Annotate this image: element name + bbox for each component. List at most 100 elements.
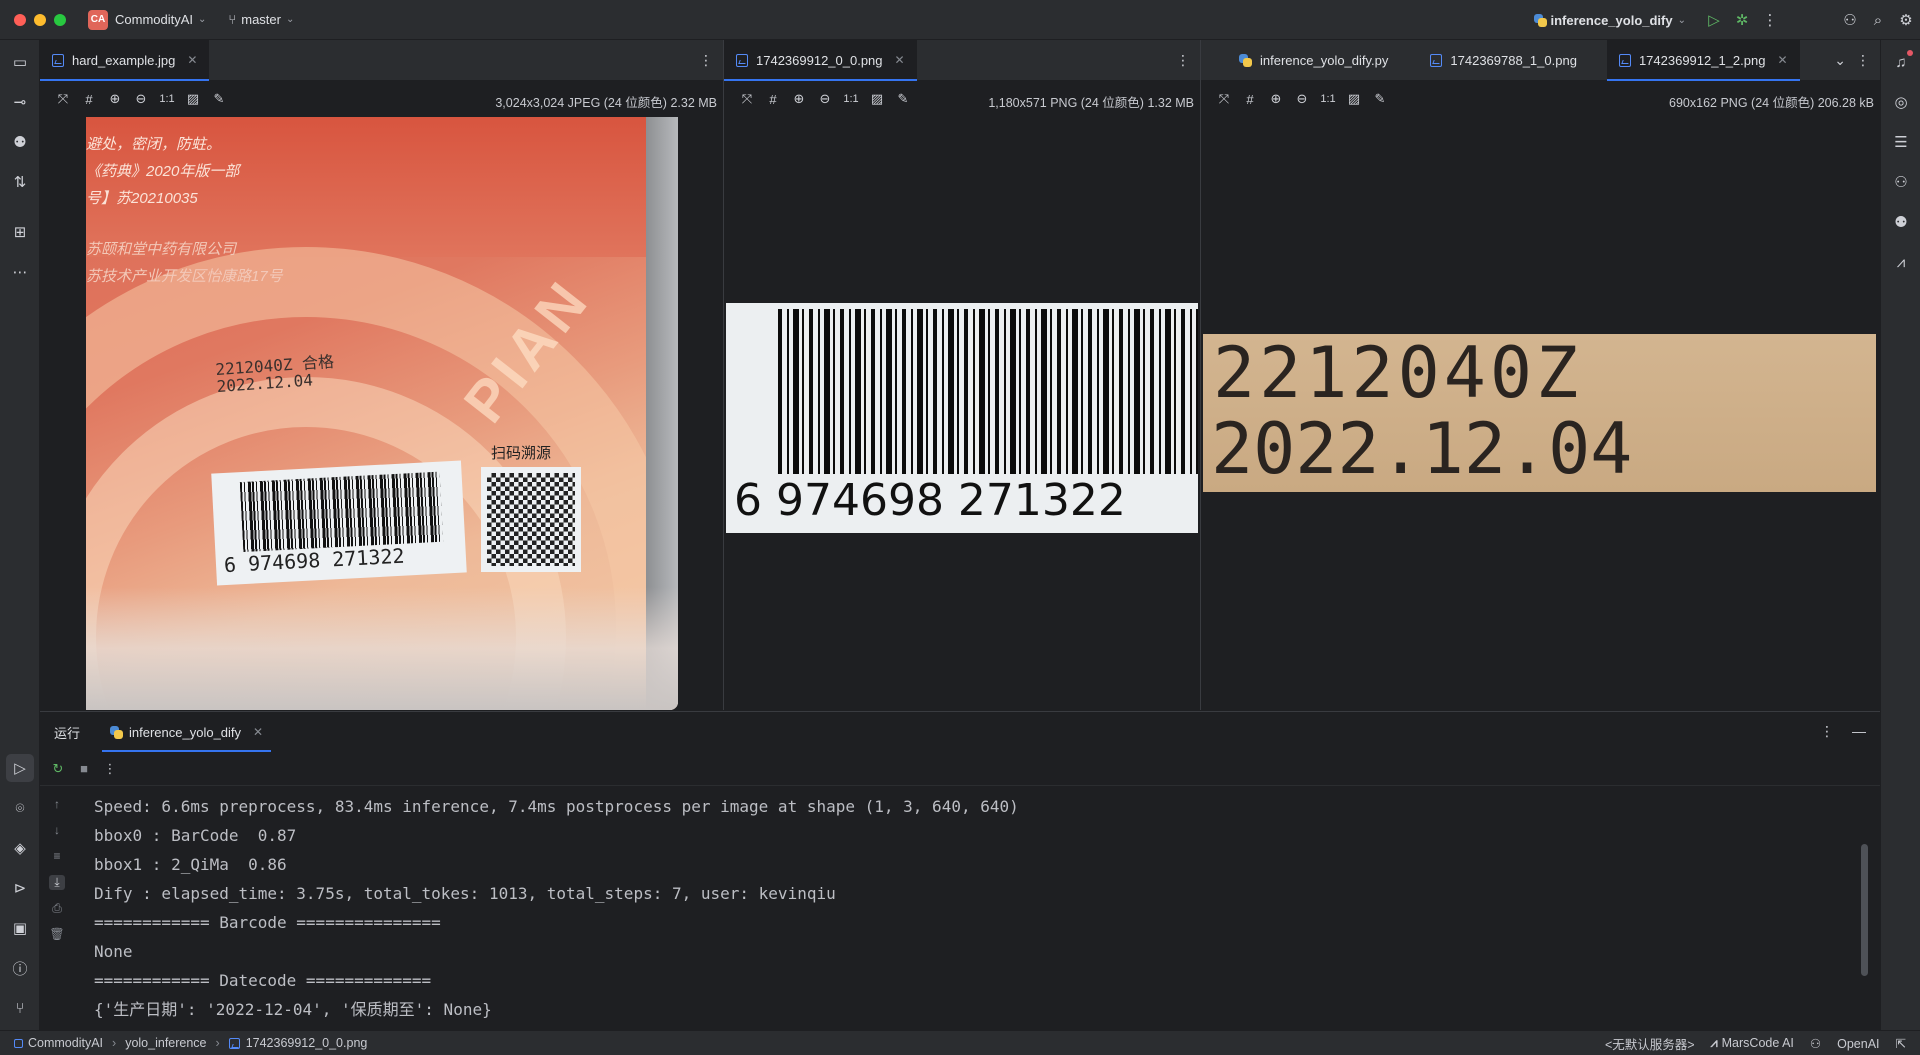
actual-size-button[interactable]: 1:1 — [1315, 93, 1341, 105]
services-icon[interactable]: ⊳ — [6, 874, 34, 902]
project-name[interactable]: CommodityAI — [115, 12, 193, 27]
tab-bar: hard_example.jpg ✕ ⋮ — [40, 40, 723, 81]
fit-window-icon[interactable]: ⤧ — [734, 91, 760, 107]
minimize-panel-icon[interactable]: — — [1852, 723, 1866, 740]
more-icon[interactable]: ⋮ — [1176, 52, 1190, 69]
run-tool-icon[interactable]: ▷ — [6, 754, 34, 782]
problems-icon[interactable]: ⓘ — [6, 954, 34, 982]
more-icon[interactable]: ⋮ — [1856, 52, 1870, 69]
print-icon[interactable]: ⎙ — [49, 901, 65, 916]
actual-size-button[interactable]: 1:1 — [154, 93, 180, 105]
openai-widget[interactable]: OpenAI — [1837, 1037, 1879, 1051]
search-icon[interactable]: ⌕ — [1864, 6, 1892, 34]
more-icon[interactable]: ⋮ — [699, 52, 713, 69]
zoom-in-icon[interactable]: ⊕ — [1263, 91, 1289, 107]
python-console-icon[interactable]: ⌾ — [6, 794, 34, 822]
pull-requests-icon[interactable]: ⇅ — [6, 168, 34, 196]
grid-icon[interactable]: # — [1237, 92, 1263, 107]
branch-name[interactable]: master — [241, 12, 281, 27]
breadcrumb-project[interactable]: CommodityAI — [28, 1036, 103, 1050]
scroll-down-icon[interactable]: ↓ — [49, 823, 65, 837]
copilot-icon[interactable]: ⚇ — [1887, 168, 1915, 196]
run-panel: 运行 inference_yolo_dify ✕ ⋮ — ↻ ■ ⋮ ↑ ↓ ≡… — [40, 711, 1880, 1030]
more-icon[interactable]: ⋮ — [1820, 723, 1834, 740]
image-info: 1,180x571 PNG (24 位颜色) 1.32 MB — [988, 96, 1194, 110]
database-icon[interactable]: ☰ — [1887, 128, 1915, 156]
image-file-icon — [1430, 53, 1443, 67]
marscode-icon[interactable]: ⩘ — [1887, 248, 1915, 276]
run-tab[interactable]: inference_yolo_dify ✕ — [102, 712, 272, 752]
zoom-window-button[interactable] — [54, 13, 66, 26]
rerun-icon[interactable]: ↻ — [50, 761, 66, 777]
stop-icon[interactable]: ■ — [76, 761, 92, 776]
background-icon[interactable]: ▨ — [864, 91, 890, 107]
close-tab-icon[interactable]: ✕ — [1777, 53, 1787, 67]
tab-list-chevron-icon[interactable]: ⌄ — [1834, 52, 1846, 69]
scroll-to-end-icon[interactable]: ⤓ — [49, 875, 65, 890]
python-run-config-icon — [1533, 13, 1547, 27]
layers-icon[interactable]: ◈ — [6, 834, 34, 862]
ai-chat-icon[interactable]: ◎ — [1887, 88, 1915, 116]
zoom-in-icon[interactable]: ⊕ — [786, 91, 812, 107]
close-tab-icon[interactable]: ✕ — [187, 53, 197, 67]
tab-1742369912-0-0[interactable]: 1742369912_0_0.png ✕ — [724, 40, 917, 81]
zoom-in-icon[interactable]: ⊕ — [102, 91, 128, 107]
grid-icon[interactable]: # — [76, 92, 102, 107]
breadcrumb-file[interactable]: 1742369912_0_0.png — [246, 1036, 368, 1050]
zoom-out-icon[interactable]: ⊖ — [812, 91, 838, 107]
console-scrollbar[interactable] — [1861, 844, 1868, 976]
more-tools-icon[interactable]: ⋯ — [6, 258, 34, 286]
minimize-window-button[interactable] — [34, 13, 46, 26]
package-photo: 避处，密闭，防蛀。 《药典》2020年版一部 号】苏20210035 苏颐和堂中… — [86, 117, 678, 710]
project-folder-icon[interactable]: ▭ — [6, 48, 34, 76]
more-icon[interactable]: ⋮ — [102, 761, 118, 777]
run-icon[interactable]: ▷ — [1700, 6, 1728, 34]
tab-inference-yolo-dify-py[interactable]: inference_yolo_dify.py — [1201, 40, 1400, 80]
scroll-up-icon[interactable]: ↑ — [49, 797, 65, 811]
terminal-icon[interactable]: ▣ — [6, 914, 34, 942]
trash-icon[interactable]: 🗑 — [49, 927, 65, 941]
structure-icon[interactable]: ⊞ — [6, 218, 34, 246]
close-tab-icon[interactable]: ✕ — [253, 725, 263, 739]
run-config-selector[interactable]: inference_yolo_dify — [1551, 13, 1673, 28]
background-icon[interactable]: ▨ — [1341, 91, 1367, 107]
image-file-icon — [736, 53, 748, 67]
python-file-icon — [1239, 53, 1252, 67]
tab-1742369788-1-0[interactable]: 1742369788_1_0.png — [1400, 40, 1589, 80]
image-viewer: 避处，密闭，防蛀。 《药典》2020年版一部 号】苏20210035 苏颐和堂中… — [40, 117, 723, 710]
server-selector[interactable]: <无默认服务器> — [1605, 1034, 1695, 1053]
commit-icon[interactable]: ⊸ — [6, 88, 34, 116]
chevron-down-icon[interactable]: ⌄ — [198, 14, 206, 25]
share-icon[interactable]: ⇱ — [1896, 1036, 1906, 1051]
tab-label: 1742369788_1_0.png — [1450, 52, 1577, 68]
tab-1742369912-1-2[interactable]: 1742369912_1_2.png ✕ — [1606, 40, 1800, 81]
chevron-down-icon[interactable]: ⌄ — [286, 14, 294, 25]
color-picker-icon[interactable]: ✎ — [890, 91, 916, 107]
color-picker-icon[interactable]: ✎ — [1367, 91, 1393, 107]
background-icon[interactable]: ▨ — [180, 91, 206, 107]
git-icon[interactable]: ⑂ — [6, 994, 34, 1022]
copilot-status-icon[interactable]: ⚇ — [1810, 1036, 1821, 1051]
fit-window-icon[interactable]: ⤧ — [1211, 91, 1237, 107]
breadcrumb-folder[interactable]: yolo_inference — [125, 1036, 206, 1050]
soft-wrap-icon[interactable]: ≡ — [49, 849, 65, 863]
chevron-down-icon[interactable]: ⌄ — [1678, 15, 1686, 26]
zoom-out-icon[interactable]: ⊖ — [128, 91, 154, 107]
color-picker-icon[interactable]: ✎ — [206, 91, 232, 107]
add-user-icon[interactable]: ⚇ — [1836, 6, 1864, 34]
tab-hard-example[interactable]: hard_example.jpg ✕ — [40, 40, 210, 81]
close-window-button[interactable] — [14, 13, 26, 26]
assistant-icon[interactable]: ⚉ — [1887, 208, 1915, 236]
actual-size-button[interactable]: 1:1 — [838, 93, 864, 105]
settings-icon[interactable]: ⚙ — [1892, 6, 1920, 34]
fit-window-icon[interactable]: ⤧ — [50, 91, 76, 107]
ai-assistant-icon[interactable]: ⚉ — [6, 128, 34, 156]
close-tab-icon[interactable]: ✕ — [895, 53, 905, 67]
more-icon[interactable]: ⋮ — [1756, 6, 1784, 34]
marscode-widget[interactable]: ⩘ MarsCode AI — [1711, 1036, 1794, 1051]
zoom-out-icon[interactable]: ⊖ — [1289, 91, 1315, 107]
project-badge[interactable]: CA — [88, 9, 108, 30]
debug-icon[interactable]: ✲ — [1728, 6, 1756, 34]
editor-pane-2: 1742369912_0_0.png ✕ ⋮ ⤧ # ⊕ ⊖ 1:1 ▨ ✎ 1… — [724, 40, 1201, 710]
grid-icon[interactable]: # — [760, 92, 786, 107]
